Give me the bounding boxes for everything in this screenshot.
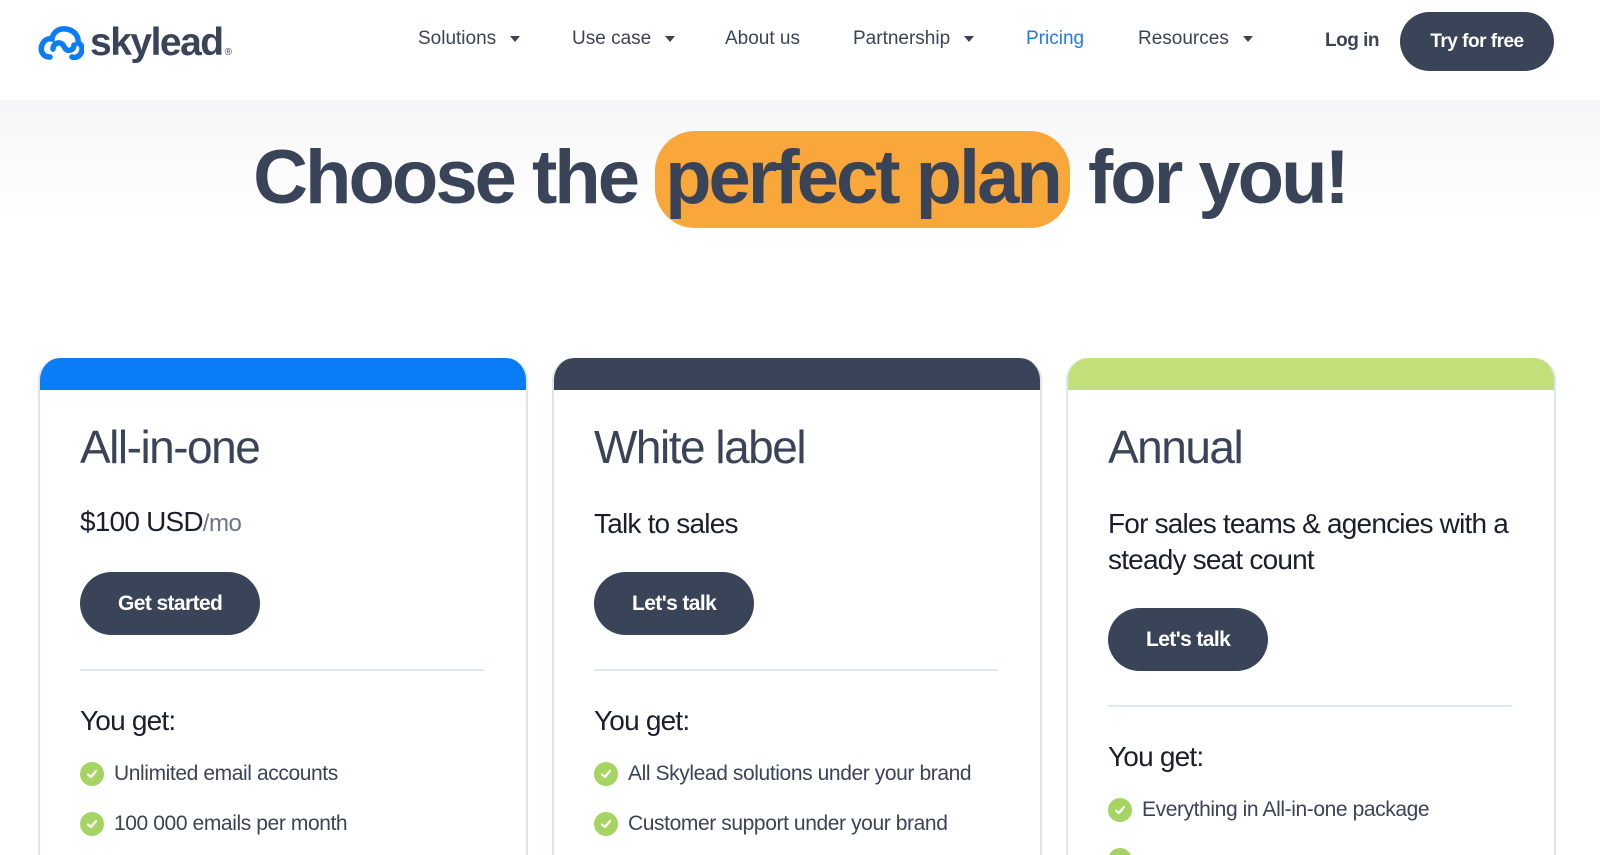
check-icon: [80, 812, 104, 836]
page-title: Choose the perfect plan for you!: [0, 131, 1600, 228]
check-icon: [80, 762, 104, 786]
caret-down-icon: [665, 36, 676, 42]
nav-solutions-label: Solutions: [418, 28, 497, 49]
check-icon: [1108, 848, 1132, 855]
plan-price: $100 USD/mo: [80, 506, 242, 538]
plan-title: All-in-one: [80, 421, 261, 473]
feature-text: All Skylead solutions under your brand: [628, 762, 972, 785]
feature-item: Customer support under your brand: [594, 812, 948, 836]
cloud-link-icon: [38, 26, 84, 61]
get-started-button[interactable]: Get started: [80, 572, 261, 635]
nav-pricing-label: Pricing: [1026, 28, 1085, 49]
nav-use-case-label: Use case: [572, 28, 652, 49]
nav-pricing[interactable]: Pricing: [1026, 28, 1084, 50]
plan-card-white-label: White label Talk to sales Let's talk You…: [552, 358, 1042, 855]
card-accent-bar: [1068, 358, 1554, 390]
feature-text: Everything in All-in-one package: [1142, 798, 1430, 821]
check-icon: [594, 762, 618, 786]
caret-down-icon: [964, 36, 975, 42]
price-amount: $100 USD: [80, 506, 204, 537]
card-accent-bar: [40, 358, 526, 390]
feature-text: Unlimited email accounts: [114, 762, 338, 785]
brand-name: skylead: [90, 21, 224, 64]
title-highlight: perfect plan: [655, 131, 1070, 228]
plan-description: For sales teams & agencies with a steady…: [1108, 508, 1509, 575]
plan-title: Annual: [1108, 421, 1244, 473]
divider: [80, 669, 484, 671]
check-icon: [594, 812, 618, 836]
feature-item-partial: [1108, 848, 1142, 855]
divider: [594, 669, 998, 671]
you-get-heading: You get:: [1108, 741, 1204, 772]
nav-resources[interactable]: Resources: [1138, 28, 1253, 50]
nav-about-us[interactable]: About us: [725, 28, 800, 50]
you-get-heading: You get:: [594, 705, 690, 736]
title-end: for you!: [1087, 135, 1350, 220]
lets-talk-button[interactable]: Let's talk: [594, 572, 755, 635]
plan-description: Talk to sales: [594, 508, 738, 539]
feature-text: Customer support under your brand: [628, 812, 948, 835]
price-period: /mo: [202, 510, 242, 537]
title-start: Choose the: [253, 135, 640, 220]
caret-down-icon: [1242, 36, 1253, 42]
registered-mark: ®: [224, 47, 232, 58]
nav-resources-label: Resources: [1138, 28, 1229, 49]
card-accent-bar: [554, 358, 1040, 390]
plan-title: White label: [594, 421, 807, 473]
feature-item: 100 000 emails per month: [80, 812, 348, 836]
skylead-logo[interactable]: skylead ®: [38, 20, 232, 66]
login-link[interactable]: Log in: [1325, 30, 1379, 52]
feature-item: Unlimited email accounts: [80, 762, 338, 786]
nav-use-case[interactable]: Use case: [572, 28, 676, 50]
check-icon: [1108, 798, 1132, 822]
caret-down-icon: [510, 36, 521, 42]
nav-solutions[interactable]: Solutions: [418, 28, 521, 50]
nav-partnership-label: Partnership: [853, 28, 951, 49]
plan-card-annual: Annual For sales teams & agencies with a…: [1066, 358, 1556, 855]
you-get-heading: You get:: [80, 705, 176, 736]
try-for-free-button[interactable]: Try for free: [1400, 12, 1554, 71]
nav-partnership[interactable]: Partnership: [853, 28, 975, 50]
feature-text: 100 000 emails per month: [114, 812, 348, 835]
top-navbar: skylead ® Solutions Use case About us Pa…: [0, 0, 1600, 100]
divider: [1108, 705, 1512, 707]
plan-card-all-in-one: All-in-one $100 USD/mo Get started You g…: [38, 358, 528, 855]
feature-item: All Skylead solutions under your brand: [594, 762, 972, 786]
feature-item: Everything in All-in-one package: [1108, 798, 1430, 822]
lets-talk-button[interactable]: Let's talk: [1108, 608, 1269, 671]
nav-about-us-label: About us: [725, 28, 800, 49]
